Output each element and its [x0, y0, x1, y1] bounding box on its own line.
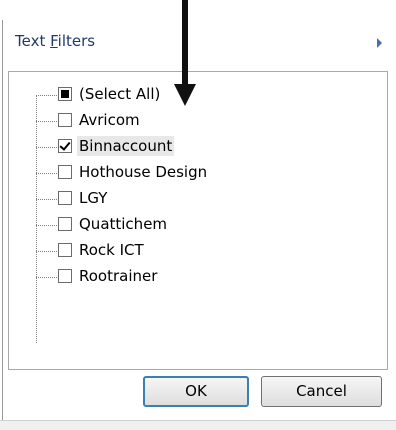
tree-branch-line: [36, 225, 57, 226]
filter-value-list[interactable]: (Select All) Avricom Binnaccount Hothous…: [8, 71, 388, 370]
list-item-label: Hothouse Design: [79, 163, 208, 181]
annotation-arrow-shaft: [182, 0, 188, 86]
ok-button[interactable]: OK: [143, 376, 249, 407]
list-item-binnaccount[interactable]: Binnaccount: [36, 135, 376, 161]
quattichem-checkbox[interactable]: [58, 217, 72, 231]
text-filters-label-suffix: ilters: [57, 32, 96, 50]
tree-branch-line: [36, 95, 57, 96]
list-item-label: Quattichem: [79, 215, 168, 233]
menu-divider: [2, 20, 3, 430]
hothouse-design-checkbox[interactable]: [58, 165, 72, 179]
lgy-checkbox[interactable]: [58, 191, 72, 205]
list-item-rock-ict[interactable]: Rock ICT: [36, 239, 376, 265]
tree-branch-line: [36, 173, 57, 174]
tree-branch-line: [36, 277, 57, 278]
list-item-label: Rootrainer: [79, 267, 158, 285]
list-item-label: Avricom: [79, 111, 140, 129]
menu-bottom-edge: [0, 420, 396, 430]
select-all-checkbox[interactable]: [58, 87, 72, 101]
binnaccount-checkbox[interactable]: [58, 139, 72, 153]
text-filters-accelerator: F: [50, 32, 58, 50]
tree-branch-line: [36, 147, 57, 148]
avricom-checkbox[interactable]: [58, 113, 72, 127]
list-item-lgy[interactable]: LGY: [36, 187, 376, 213]
cancel-button[interactable]: Cancel: [261, 376, 382, 407]
autofilter-menu: Text Filters (Select All) Avricom Binnac…: [0, 20, 396, 430]
text-filters-label-prefix: Text: [15, 32, 51, 50]
submenu-arrow-icon: [377, 38, 382, 48]
list-item-rootrainer[interactable]: Rootrainer: [36, 265, 376, 291]
rootrainer-checkbox[interactable]: [58, 269, 72, 283]
tree-branch-line: [36, 251, 57, 252]
filter-dropdown-screenshot: Text Filters (Select All) Avricom Binnac…: [0, 0, 396, 430]
list-item-label: LGY: [79, 189, 108, 207]
text-filters-label: Text Filters: [15, 32, 95, 50]
list-item-hothouse-design[interactable]: Hothouse Design: [36, 161, 376, 187]
text-filters-menu-item[interactable]: Text Filters: [4, 28, 394, 58]
list-item-label: (Select All): [79, 85, 161, 103]
list-item-select-all[interactable]: (Select All): [36, 83, 376, 109]
list-item-label: Rock ICT: [79, 241, 144, 259]
list-item-quattichem[interactable]: Quattichem: [36, 213, 376, 239]
list-item-avricom[interactable]: Avricom: [36, 109, 376, 135]
annotation-arrow-down-icon: [174, 84, 196, 106]
list-item-label: Binnaccount: [77, 136, 175, 156]
rock-ict-checkbox[interactable]: [58, 243, 72, 257]
tree-branch-line: [36, 121, 57, 122]
tree-branch-line: [36, 199, 57, 200]
